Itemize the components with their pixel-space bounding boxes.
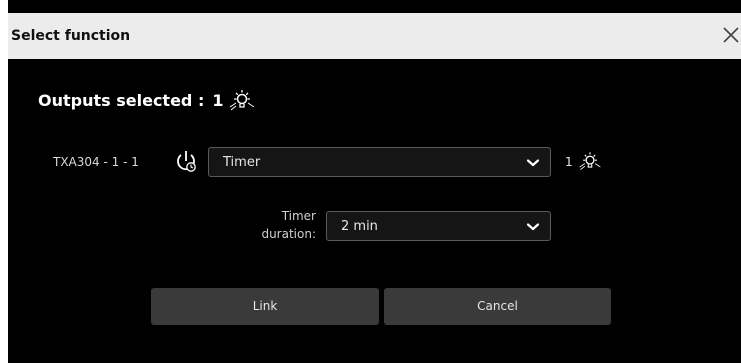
light-bulb-icon [227,88,257,112]
output-count: 1 [565,155,573,169]
timer-duration-label-line1: Timer [281,209,316,223]
light-bulb-icon [577,150,603,172]
timer-duration-label: Timer duration: [238,207,316,243]
select-function-dialog: Select function Outputs selected : 1 TXA… [8,0,741,363]
function-select[interactable]: Timer [208,147,551,177]
device-label: TXA304 - 1 - 1 [53,155,139,169]
close-icon[interactable] [719,23,741,47]
outputs-selected-label: Outputs selected : [38,90,205,110]
function-select-value: Timer [223,155,261,170]
link-button[interactable]: Link [151,288,379,325]
dialog-title: Select function [11,28,131,44]
timer-duration-value: 2 min [341,219,378,234]
chevron-down-icon [526,157,540,167]
outputs-selected: Outputs selected : 1 [38,88,257,112]
timer-duration-select[interactable]: 2 min [326,211,551,241]
cancel-button[interactable]: Cancel [384,288,611,325]
outputs-selected-count: 1 [212,90,224,110]
timer-duration-label-line2: duration: [261,227,316,241]
dialog-body: Outputs selected : 1 TXA304 - 1 - 1 Time… [8,59,741,363]
power-timer-icon [173,149,199,175]
function-row: TXA304 - 1 - 1 Timer 1 [8,147,741,177]
chevron-down-icon [526,221,540,231]
dialog-titlebar: Select function [8,13,741,59]
